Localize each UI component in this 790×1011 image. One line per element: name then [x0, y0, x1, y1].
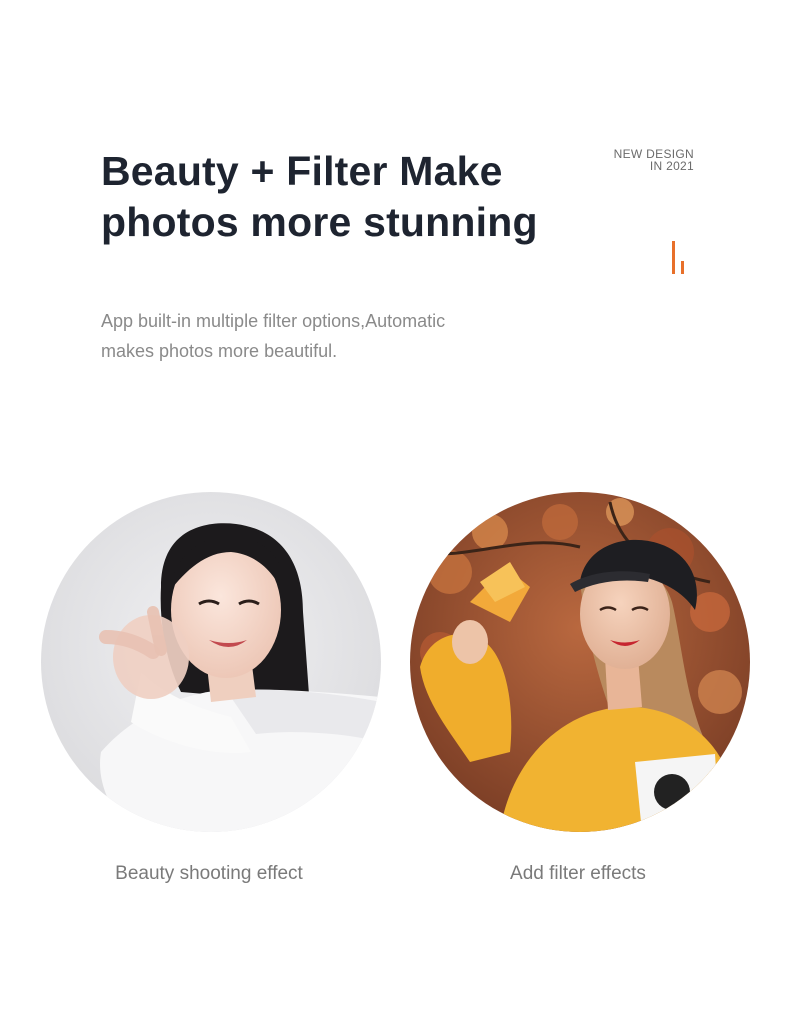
- feature-description: App built-in multiple filter options,Aut…: [101, 306, 521, 366]
- beauty-shooting-photo: [41, 492, 381, 832]
- headline-line-2: photos more stunning: [101, 199, 538, 245]
- accent-bars-icon: [672, 241, 686, 274]
- filter-effect-photo: [410, 492, 750, 832]
- new-design-badge: NEW DESIGN IN 2021: [560, 148, 694, 172]
- feature-caption-beauty: Beauty shooting effect: [115, 863, 303, 884]
- badge-line-2: IN 2021: [649, 159, 694, 173]
- headline-line-1: Beauty + Filter Make: [101, 148, 503, 194]
- feature-caption-filter: Add filter effects: [510, 863, 646, 884]
- description-line-2: makes photos more beautiful.: [101, 341, 338, 361]
- product-feature-page: Beauty + Filter Make photos more stunnin…: [0, 0, 790, 1011]
- description-line-1: App built-in multiple filter options,Aut…: [101, 311, 446, 331]
- page-title: Beauty + Filter Make photos more stunnin…: [101, 146, 571, 248]
